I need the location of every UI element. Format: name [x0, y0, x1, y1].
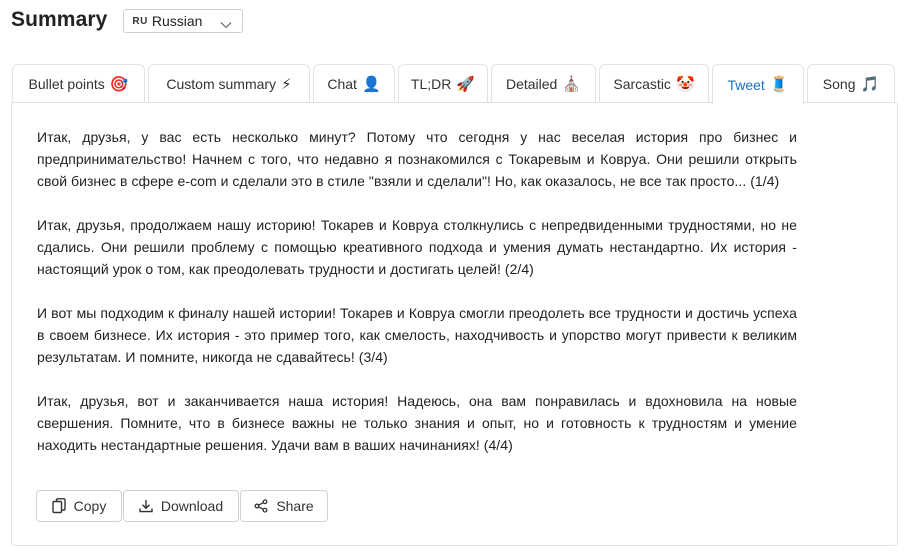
tab-label: Custom summary — [166, 76, 277, 92]
tab-chat[interactable]: Chat 👤 — [313, 64, 395, 103]
lightning-icon: ⚡ — [281, 74, 292, 93]
download-button[interactable]: Download — [123, 490, 239, 522]
tab-label: Chat — [327, 76, 357, 92]
language-code: RU — [132, 15, 148, 27]
tab-label: Sarcastic — [613, 76, 671, 92]
tab-detailed[interactable]: Detailed ⛪ — [491, 64, 596, 103]
tweet-content: Итак, друзья, у вас есть несколько минут… — [37, 126, 797, 478]
summary-panel: Итак, друзья, у вас есть несколько минут… — [11, 102, 898, 546]
tab-song[interactable]: Song 🎵 — [807, 64, 895, 103]
tab-label: Detailed — [505, 76, 558, 92]
copy-button[interactable]: Copy — [36, 490, 122, 522]
chevron-down-icon — [220, 16, 232, 32]
tab-sarcastic[interactable]: Sarcastic 🤡 — [599, 64, 709, 103]
clown-icon: 🤡 — [675, 74, 695, 93]
download-label: Download — [160, 498, 224, 514]
music-note-icon: 🎵 — [860, 74, 880, 93]
action-buttons: Copy Download Share — [36, 490, 329, 522]
language-select[interactable]: RU Russian — [123, 9, 244, 33]
tweet-paragraph: И вот мы подходим к финалу нашей истории… — [37, 305, 797, 365]
share-label: Share — [276, 498, 314, 514]
copy-icon — [51, 498, 66, 514]
tab-tweet[interactable]: Tweet 🧵 — [712, 64, 804, 104]
building-icon: ⛪ — [562, 74, 582, 93]
download-icon — [139, 499, 153, 513]
tweet-paragraph: Итак, друзья, у вас есть несколько минут… — [37, 129, 797, 189]
tab-label: Tweet — [727, 76, 765, 93]
summary-header: Summary RU Russian — [11, 8, 244, 33]
tab-label: TL;DR — [410, 76, 452, 92]
tweet-paragraph: Итак, друзья, вот и заканчивается наша и… — [37, 393, 797, 453]
tab-custom-summary[interactable]: Custom summary ⚡ — [148, 64, 310, 103]
person-icon: 👤 — [361, 74, 381, 93]
summary-tabs: Bullet points 🎯 Custom summary ⚡ Chat 👤 … — [12, 64, 898, 104]
tweet-paragraph: Итак, друзья, продолжаем нашу историю! Т… — [37, 217, 797, 277]
page-title: Summary — [11, 8, 108, 31]
tab-bullet-points[interactable]: Bullet points 🎯 — [12, 64, 145, 103]
rocket-icon: 🚀 — [456, 74, 476, 93]
thread-icon: 🧵 — [769, 75, 789, 93]
copy-label: Copy — [73, 498, 107, 514]
target-icon: 🎯 — [109, 74, 129, 93]
tab-label: Song — [822, 76, 856, 92]
share-icon — [254, 499, 268, 513]
share-button[interactable]: Share — [240, 490, 328, 522]
tab-tldr[interactable]: TL;DR 🚀 — [398, 64, 488, 103]
language-label: Russian — [151, 13, 203, 29]
tab-label: Bullet points — [28, 76, 105, 92]
